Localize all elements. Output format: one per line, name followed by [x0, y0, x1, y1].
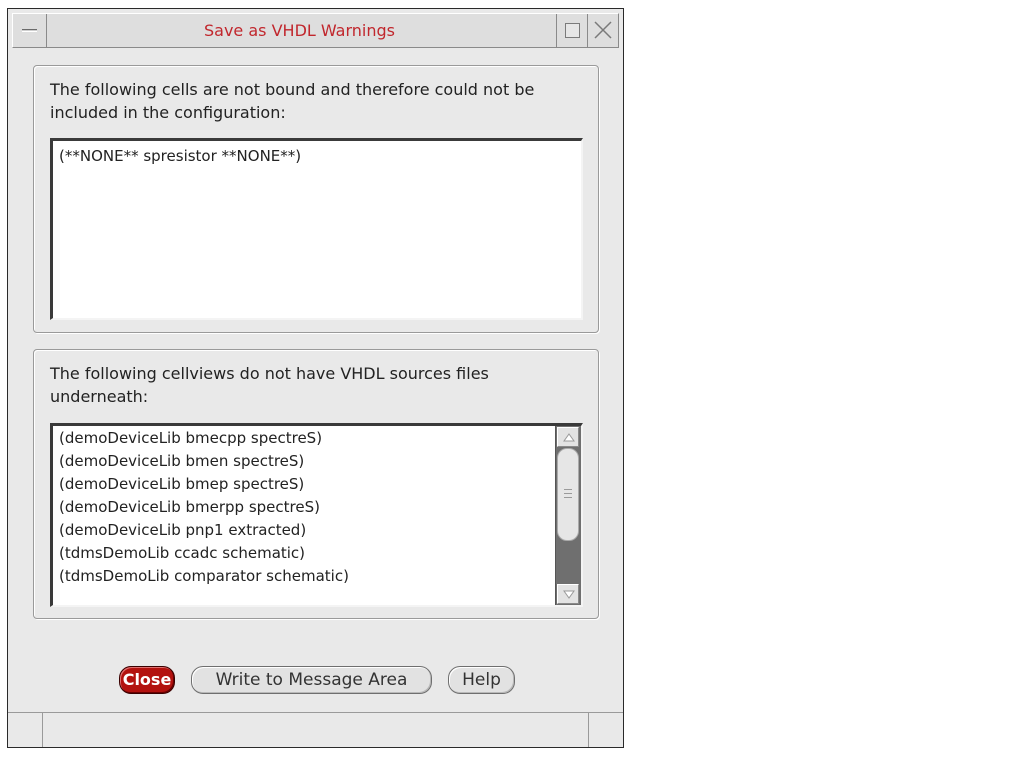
window-close-button[interactable]	[587, 14, 617, 47]
scroll-up-arrow-icon	[563, 433, 575, 442]
list-item[interactable]: (demoDeviceLib pnp1 extracted)	[53, 519, 581, 542]
help-button[interactable]: Help	[448, 666, 515, 694]
resize-handle-left[interactable]	[42, 712, 43, 747]
scroll-down-button[interactable]	[557, 584, 579, 604]
unbound-cells-list[interactable]: (**NONE** spresistor **NONE**)	[50, 138, 583, 320]
unbound-cells-label: The following cells are not bound and th…	[50, 80, 540, 122]
scroll-thumb[interactable]	[557, 448, 579, 541]
unbound-cells-group: The following cells are not bound and th…	[33, 65, 599, 333]
window-frame-divider	[8, 712, 623, 713]
scroll-down-arrow-icon	[563, 590, 575, 599]
list-item[interactable]: (demoDeviceLib bmep spectreS)	[53, 473, 581, 496]
cellviews-list[interactable]: (demoDeviceLib bmecpp spectreS) (demoDev…	[50, 423, 583, 607]
window-title: Save as VHDL Warnings	[204, 21, 395, 40]
window-menu-icon	[22, 29, 37, 32]
maximize-button[interactable]	[556, 14, 586, 47]
scroll-grip-icon	[564, 489, 572, 498]
vertical-scrollbar[interactable]	[555, 426, 581, 605]
list-item[interactable]: (**NONE** spresistor **NONE**)	[53, 145, 581, 168]
resize-handle-right[interactable]	[588, 712, 589, 747]
maximize-icon	[565, 23, 580, 38]
list-item[interactable]: (demoDeviceLib bmerpp spectreS)	[53, 496, 581, 519]
close-icon	[594, 21, 612, 39]
list-item[interactable]: (tdmsDemoLib ccadc schematic)	[53, 542, 581, 565]
button-row: Close Write to Message Area Help	[8, 666, 625, 696]
write-to-message-area-button[interactable]: Write to Message Area	[191, 666, 432, 694]
window-menu-button[interactable]	[13, 14, 47, 47]
list-item[interactable]: (demoDeviceLib bmen spectreS)	[53, 450, 581, 473]
title-bar[interactable]: Save as VHDL Warnings	[12, 13, 619, 48]
cellviews-label: The following cellviews do not have VHDL…	[50, 364, 494, 406]
close-button[interactable]: Close	[119, 666, 175, 694]
dialog-window: Save as VHDL Warnings The following cell…	[7, 8, 624, 748]
scroll-up-button[interactable]	[557, 427, 579, 447]
cellviews-group: The following cellviews do not have VHDL…	[33, 349, 599, 619]
list-item[interactable]: (demoDeviceLib bmecpp spectreS)	[53, 427, 581, 450]
list-item[interactable]: (tdmsDemoLib comparator schematic)	[53, 565, 581, 588]
